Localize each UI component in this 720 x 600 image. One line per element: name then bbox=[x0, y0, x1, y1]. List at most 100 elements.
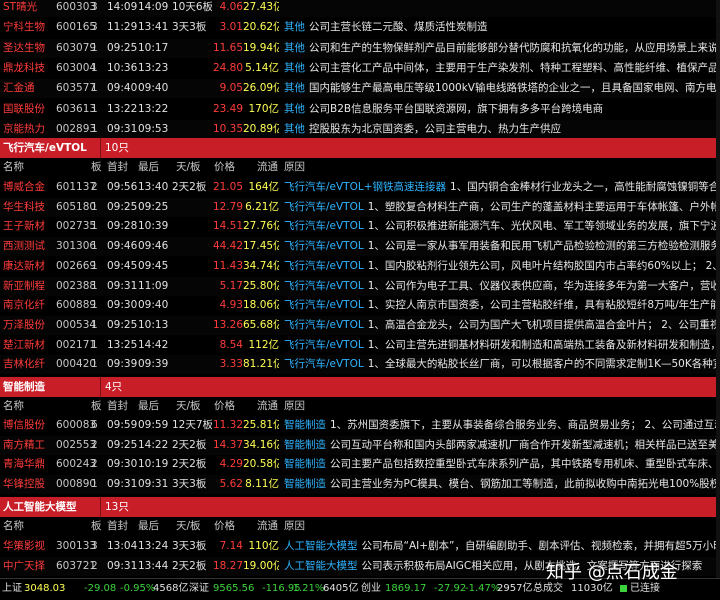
reason-tag[interactable]: 飞行汽车/eVTOL bbox=[284, 240, 364, 252]
header-first[interactable]: 首封 bbox=[107, 397, 128, 416]
header-price[interactable]: 价格 bbox=[214, 517, 235, 536]
table-row[interactable]: ST晴光600303314:0914:0910天6板4.0627.43亿 bbox=[0, 0, 720, 17]
header-price[interactable]: 价格 bbox=[214, 397, 235, 416]
header-board[interactable]: 板 bbox=[91, 158, 102, 177]
cell-name[interactable]: ST晴光 bbox=[3, 0, 55, 17]
reason-tag[interactable]: 智能制造 bbox=[284, 458, 326, 470]
table-row[interactable]: 国联股份603613113:2213:2223.49170亿其他公司B2B信息服… bbox=[0, 100, 720, 119]
cell-name[interactable]: 王子新材 bbox=[3, 217, 55, 236]
table-row[interactable]: 博威合金601137209:5613:402天2板21.05164亿飞行汽车/e… bbox=[0, 178, 720, 197]
table-row[interactable]: 新亚制程002388109:3111:095.1725.80亿飞行汽车/eVTO… bbox=[0, 277, 720, 296]
cell-name[interactable]: 国联股份 bbox=[3, 100, 55, 119]
header-days[interactable]: 天/板 bbox=[176, 517, 201, 536]
cell-name[interactable]: 华策影视 bbox=[3, 537, 55, 556]
table-row[interactable]: 华锋控股000890109:3109:313天3板5.628.11亿智能制造公司… bbox=[0, 475, 720, 494]
table-row[interactable]: 鼎龙科技603004110:3613:2324.805.14亿其他公司主营化工产… bbox=[0, 59, 720, 78]
table-row[interactable]: 南京化纤600889109:3009:404.9318.06亿飞行汽车/eVTO… bbox=[0, 296, 720, 315]
reason-tag[interactable]: 飞行汽车/eVTOL bbox=[284, 220, 364, 232]
header-last[interactable]: 最后 bbox=[138, 158, 159, 177]
header-last[interactable]: 最后 bbox=[138, 397, 159, 416]
section-header[interactable]: 飞行汽车/eVTOL10只 bbox=[0, 138, 720, 158]
reason-tag[interactable]: 智能制造 bbox=[284, 419, 326, 431]
cell-price: 4.29 bbox=[207, 455, 243, 474]
reason-tag[interactable]: 其他 bbox=[284, 42, 305, 54]
scrollbar[interactable] bbox=[716, 0, 720, 578]
cell-name[interactable]: 西测测试 bbox=[3, 237, 55, 256]
reason-tag[interactable]: 其他 bbox=[284, 82, 305, 94]
reason-tag[interactable]: 其他 bbox=[284, 103, 305, 115]
cell-name[interactable]: 博信股份 bbox=[3, 416, 55, 435]
reason-tag[interactable]: 飞行汽车/eVTOL bbox=[284, 280, 364, 292]
reason-tag[interactable]: 其他 bbox=[284, 21, 305, 33]
header-last[interactable]: 最后 bbox=[138, 517, 159, 536]
cell-name[interactable]: 汇金通 bbox=[3, 79, 55, 98]
header-price[interactable]: 价格 bbox=[214, 158, 235, 177]
section-divider bbox=[100, 497, 101, 517]
header-days[interactable]: 天/板 bbox=[176, 397, 201, 416]
header-flow[interactable]: 流通 bbox=[257, 517, 278, 536]
header-reason[interactable]: 原因 bbox=[284, 158, 305, 177]
header-flow[interactable]: 流通 bbox=[257, 158, 278, 177]
cell-name[interactable]: 新亚制程 bbox=[3, 277, 55, 296]
header-reason[interactable]: 原因 bbox=[284, 397, 305, 416]
reason-tag[interactable]: 飞行汽车/eVTOL bbox=[284, 201, 364, 213]
table-row[interactable]: 王子新材002735109:2810:3914.5127.76亿飞行汽车/eVT… bbox=[0, 217, 720, 236]
reason-tag[interactable]: 飞行汽车/eVTOL bbox=[284, 319, 364, 331]
table-row[interactable]: 西测测试301306109:4609:4644.4217.45亿飞行汽车/eVT… bbox=[0, 237, 720, 256]
table-row[interactable]: 万泽股份000534109:2510:1313.2665.68亿飞行汽车/eVT… bbox=[0, 316, 720, 335]
reason-tag[interactable]: 其他 bbox=[284, 123, 305, 135]
table-row[interactable]: 南方精工002553209:2514:222天2板14.3734.16亿智能制造… bbox=[0, 436, 720, 455]
header-name[interactable]: 名称 bbox=[3, 158, 24, 177]
cell-name[interactable]: 华锋控股 bbox=[3, 475, 55, 494]
reason-tag[interactable]: 智能制造 bbox=[284, 478, 326, 490]
cell-name[interactable]: 鼎龙科技 bbox=[3, 59, 55, 78]
table-row[interactable]: 楚江新材002171113:2514:428.54112亿飞行汽车/eVTOL1… bbox=[0, 336, 720, 355]
header-flow[interactable]: 流通 bbox=[257, 397, 278, 416]
cell-name[interactable]: 南京化纤 bbox=[3, 296, 55, 315]
cell-name[interactable]: 博威合金 bbox=[3, 178, 55, 197]
table-row[interactable]: 圣达生物603079109:2510:1711.6519.94亿其他公司和生产的… bbox=[0, 39, 720, 58]
section-header[interactable]: 人工智能大模型13只 bbox=[0, 497, 720, 517]
cell-name[interactable]: 中广天择 bbox=[3, 557, 55, 576]
table-row[interactable]: 汇金通603577109:4009:409.0526.09亿其他国内能够生产最高… bbox=[0, 79, 720, 98]
section-header[interactable]: 智能制造4只 bbox=[0, 377, 720, 397]
cell-name[interactable]: 华生科技 bbox=[3, 198, 55, 217]
cell-name[interactable]: 南方精工 bbox=[3, 436, 55, 455]
reason-tag[interactable]: 智能制造 bbox=[284, 439, 326, 451]
table-row[interactable]: 青海华鼎600243209:3010:192天2板4.2920.58亿智能制造公… bbox=[0, 455, 720, 474]
reason-tag[interactable]: 人工智能大模型 bbox=[284, 540, 358, 552]
header-board[interactable]: 板 bbox=[91, 517, 102, 536]
header-board[interactable]: 板 bbox=[91, 397, 102, 416]
header-reason[interactable]: 原因 bbox=[284, 517, 305, 536]
table-row[interactable]: 宁科生物600165311:2913:413天3板3.0120.62亿其他公司主… bbox=[0, 18, 720, 37]
reason-tag[interactable]: 飞行汽车/eVTOL bbox=[284, 358, 364, 370]
cell-name[interactable]: 楚江新材 bbox=[3, 336, 55, 355]
table-row[interactable]: 华生科技605180109:2509:2512.796.21亿飞行汽车/eVTO… bbox=[0, 198, 720, 217]
table-row[interactable]: 康达新材002669109:4509:4511.4334.74亿飞行汽车/eVT… bbox=[0, 257, 720, 276]
reason-tag[interactable]: 飞行汽车/eVTOL bbox=[284, 260, 364, 272]
cell-name[interactable]: 康达新材 bbox=[3, 257, 55, 276]
sh-value: 3048.03 bbox=[24, 579, 65, 599]
reason-tag[interactable]: 飞行汽车/eVTOL+钢铁高速连接器 bbox=[284, 181, 446, 193]
table-row[interactable]: 京能热力002893109:3109:5310.3520.89亿其他控股股东为北… bbox=[0, 120, 720, 139]
cell-name[interactable]: 宁科生物 bbox=[3, 18, 55, 37]
cell-reason: 其他公司主营长链二元酸、煤质活性炭制造 bbox=[284, 18, 720, 37]
reason-tag[interactable]: 人工智能大模型 bbox=[284, 560, 358, 572]
cell-name[interactable]: 青海华鼎 bbox=[3, 455, 55, 474]
header-name[interactable]: 名称 bbox=[3, 517, 24, 536]
cell-name[interactable]: 圣达生物 bbox=[3, 39, 55, 58]
cell-price: 14.37 bbox=[207, 436, 243, 455]
table-row[interactable]: 吉林化纤000420109:3909:393.3381.21亿飞行汽车/eVTO… bbox=[0, 355, 720, 374]
reason-tag[interactable]: 飞行汽车/eVTOL bbox=[284, 299, 364, 311]
header-name[interactable]: 名称 bbox=[3, 397, 24, 416]
table-row[interactable]: 博信股份600083609:5909:5912天7板11.3225.81亿智能制… bbox=[0, 416, 720, 435]
cell-name[interactable]: 吉林化纤 bbox=[3, 355, 55, 374]
reason-tag[interactable]: 其他 bbox=[284, 62, 305, 74]
header-first[interactable]: 首封 bbox=[107, 158, 128, 177]
reason-tag[interactable]: 飞行汽车/eVTOL bbox=[284, 339, 364, 351]
cell-name[interactable]: 京能热力 bbox=[3, 120, 55, 139]
header-first[interactable]: 首封 bbox=[107, 517, 128, 536]
table-row[interactable]: 华策影视300133313:0413:243天3板7.14110亿人工智能大模型… bbox=[0, 537, 720, 556]
header-days[interactable]: 天/板 bbox=[176, 158, 201, 177]
cell-name[interactable]: 万泽股份 bbox=[3, 316, 55, 335]
